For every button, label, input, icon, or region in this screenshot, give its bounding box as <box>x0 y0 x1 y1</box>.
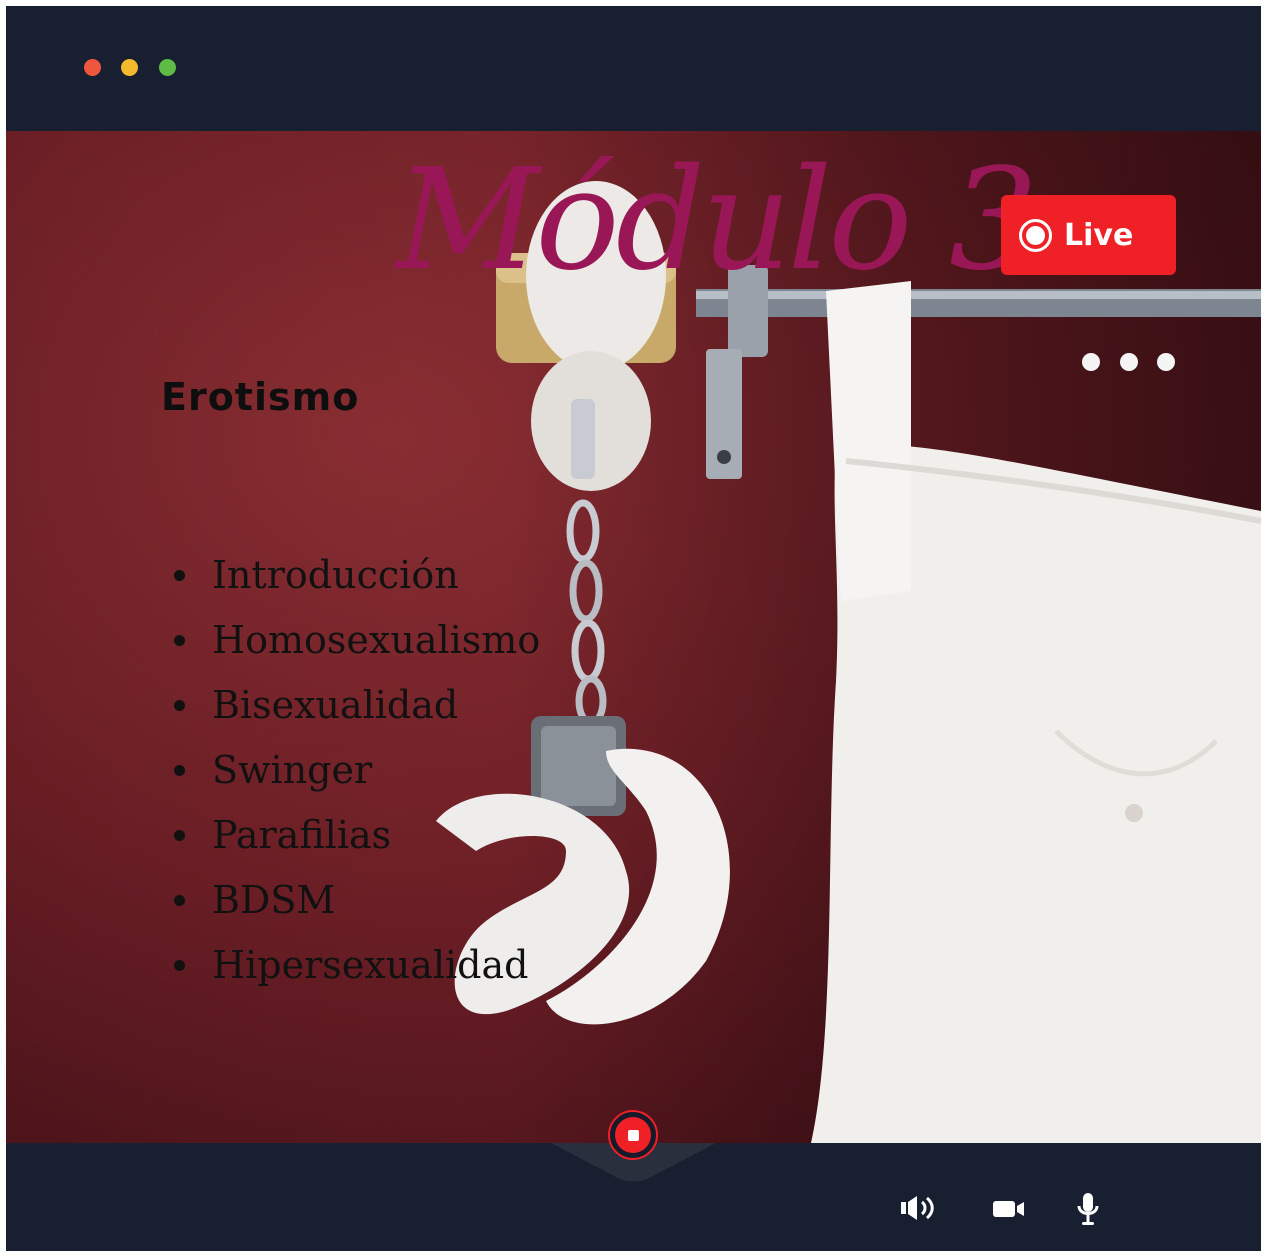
volume-icon[interactable] <box>899 1193 939 1223</box>
stop-record-icon <box>615 1117 651 1153</box>
topic-list: Introducción Homosexualismo Bisexualidad… <box>166 543 540 998</box>
app-window: Módulo 3. Live Erotismo Introducción Hom… <box>6 6 1261 1251</box>
live-label: Live <box>1064 217 1134 253</box>
list-item: Bisexualidad <box>166 673 540 738</box>
list-item: Hipersexualidad <box>166 933 540 998</box>
list-item: Introducción <box>166 543 540 608</box>
video-stage: Módulo 3. Live Erotismo Introducción Hom… <box>6 131 1261 1143</box>
microphone-icon[interactable] <box>1075 1191 1101 1227</box>
more-horizontal-icon <box>1082 353 1100 371</box>
video-camera-icon[interactable] <box>992 1199 1026 1219</box>
list-item: Swinger <box>166 738 540 803</box>
live-badge[interactable]: Live <box>1001 195 1176 275</box>
list-item: Parafilias <box>166 803 540 868</box>
list-item: BDSM <box>166 868 540 933</box>
window-minimize-button[interactable] <box>121 59 138 76</box>
module-title: Módulo 3. <box>396 139 1079 302</box>
more-options-button[interactable] <box>1082 353 1182 373</box>
stop-record-button[interactable] <box>608 1110 658 1160</box>
title-bar <box>6 6 1261 131</box>
list-item: Homosexualismo <box>166 608 540 673</box>
window-close-button[interactable] <box>84 59 101 76</box>
record-icon <box>1019 218 1052 252</box>
window-maximize-button[interactable] <box>159 59 176 76</box>
module-subtitle: Erotismo <box>161 375 360 419</box>
